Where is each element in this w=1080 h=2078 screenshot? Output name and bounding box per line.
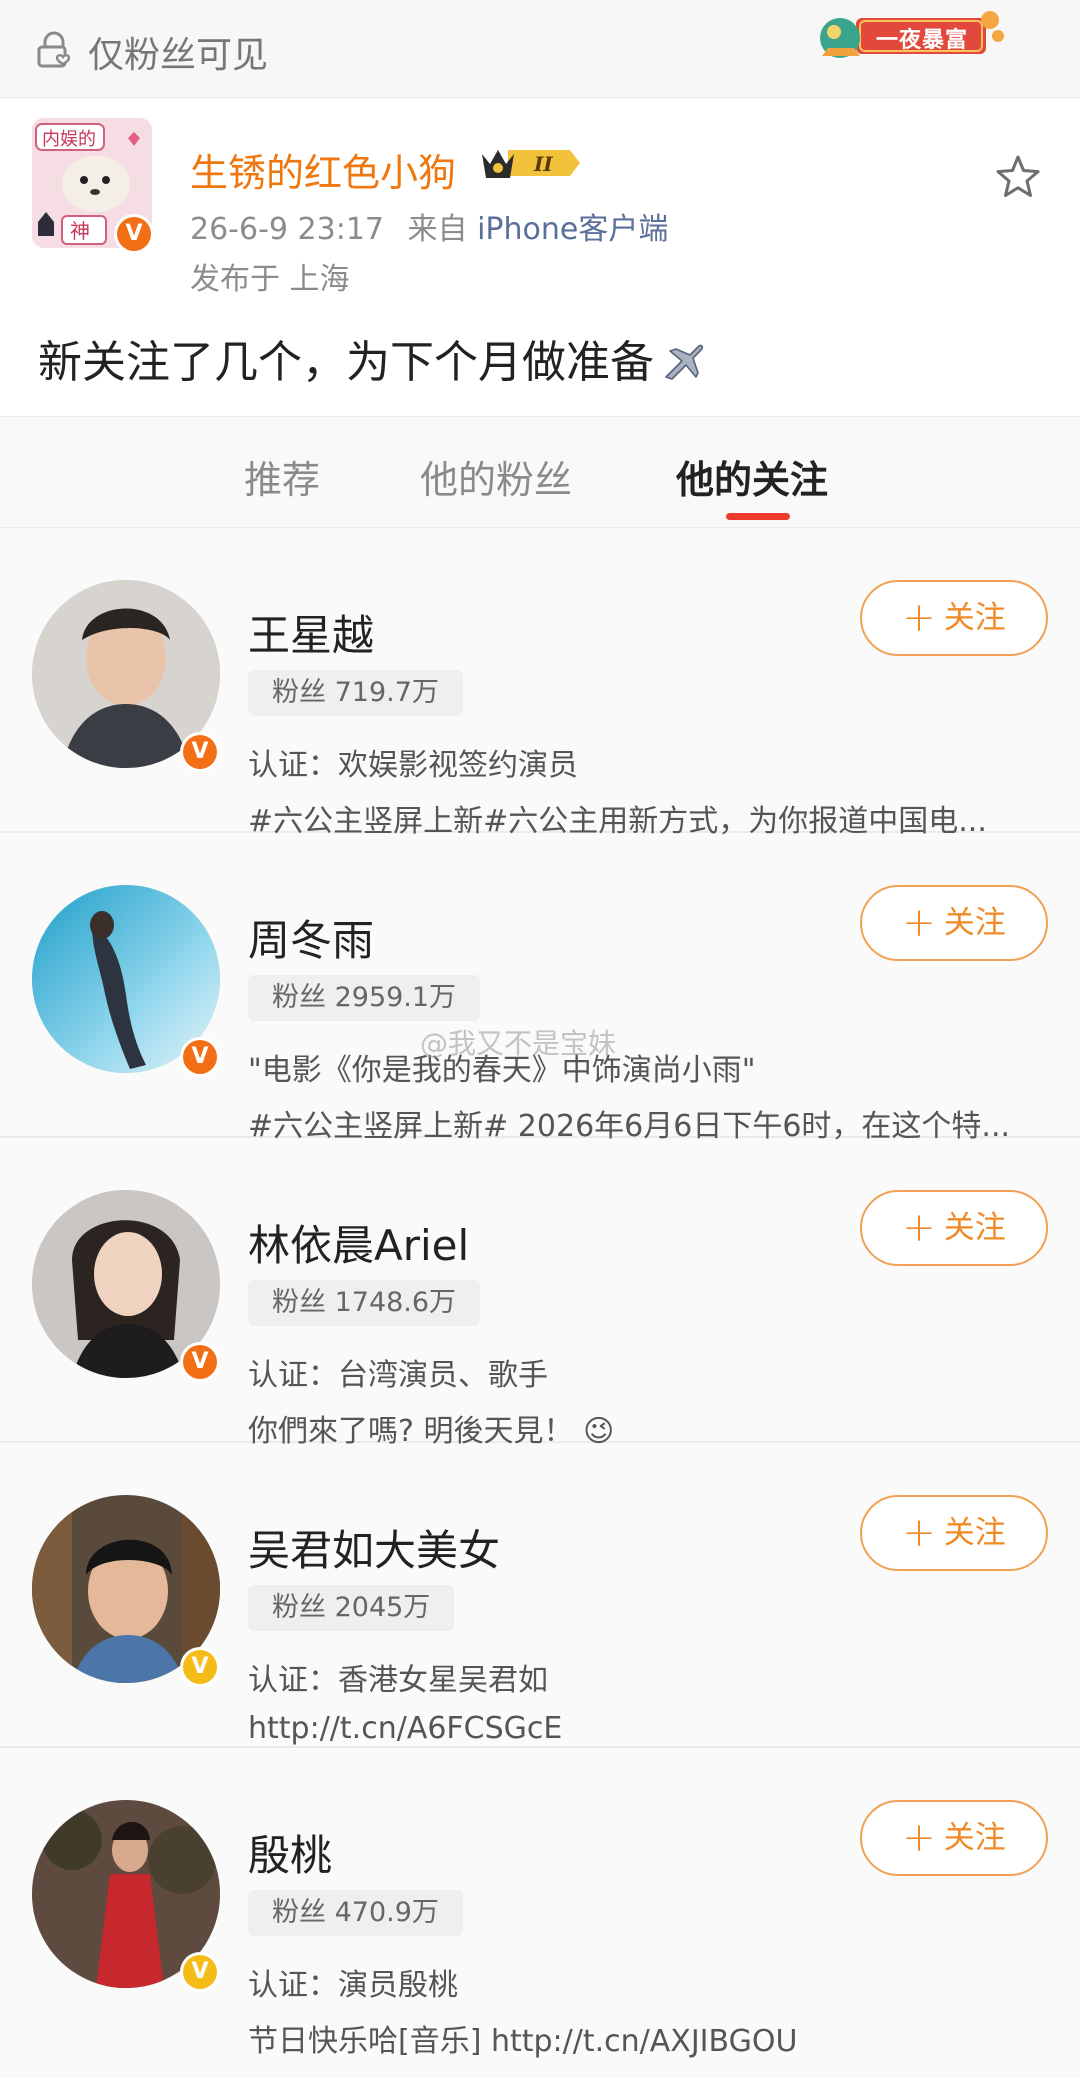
follow-button[interactable]: + 关注 <box>860 1495 1048 1571</box>
follow-label: 关注 <box>943 1210 1006 1246</box>
star-icon[interactable] <box>994 153 1042 201</box>
verified-badge: V <box>180 1647 220 1687</box>
follower-count: 粉丝 2959.1万 <box>248 975 481 1021</box>
follower-count: 粉丝 719.7万 <box>248 670 463 716</box>
plus-icon: + <box>902 900 936 946</box>
verified-badge: V <box>180 732 220 772</box>
follow-label: 关注 <box>943 600 1006 636</box>
crown-level-badge: II <box>482 150 580 178</box>
user-row[interactable]: V 王星越 粉丝 719.7万 认证：欢娱影视签约演员 #六公主竖屏上新#六公主… <box>0 528 1080 839</box>
post-source[interactable]: iPhone客户端 <box>477 212 668 247</box>
tab-recommend[interactable]: 推荐 <box>244 449 320 504</box>
certification: 认证：演员殷桃 <box>248 1968 458 2003</box>
user-row[interactable]: V 殷桃 粉丝 470.9万 认证：演员殷桃 节日快乐哈[音乐] http://… <box>0 1748 1080 2078</box>
user-name[interactable]: 王星越 <box>248 602 374 663</box>
crown-level-text: II <box>533 152 553 176</box>
top-bar: 仅粉丝可见 一夜暴富 <box>0 0 1080 98</box>
airplane-icon <box>665 344 704 380</box>
user-row[interactable]: V 周冬雨 粉丝 2959.1万 "电影《你是我的春天》中饰演尚小雨" #六公主… <box>0 833 1080 1144</box>
certification: 认证：台湾演员、歌手 <box>248 1358 548 1393</box>
avatar-text-bottom: 神 <box>70 219 90 243</box>
author-name[interactable]: 生锈的红色小狗 <box>190 142 456 197</box>
follow-label: 关注 <box>943 905 1006 941</box>
tab-bar: 推荐 他的粉丝 他的关注 <box>0 416 1080 528</box>
post-location: 发布于 上海 <box>190 262 350 297</box>
follower-count: 粉丝 470.9万 <box>248 1890 463 1936</box>
user-name[interactable]: 吴君如大美女 <box>248 1517 500 1578</box>
follower-count: 粉丝 1748.6万 <box>248 1280 481 1326</box>
post-text: 新关注了几个，为下个月做准备 <box>38 337 654 388</box>
post-card: 内娱的 神 V 生锈的红色小狗 II 26-6-9 23:17 来自 iPhon… <box>0 98 1080 416</box>
follow-button[interactable]: + 关注 <box>860 885 1048 961</box>
follow-label: 关注 <box>943 1515 1006 1551</box>
user-name[interactable]: 殷桃 <box>248 1822 332 1883</box>
user-row[interactable]: V 吴君如大美女 粉丝 2045万 认证：香港女星吴君如 http://t.cn… <box>0 1443 1080 1748</box>
certification: 认证：香港女星吴君如 <box>248 1663 548 1698</box>
verified-badge-mark: V <box>183 735 217 769</box>
author-verified-badge: V <box>114 214 154 254</box>
post-timestamp: 26-6-9 23:17 <box>190 212 384 247</box>
user-description: 节日快乐哈[音乐] http://t.cn/AXJIBGOU <box>248 2024 798 2059</box>
banner-text[interactable]: 一夜暴富 <box>876 22 968 54</box>
source-prefix: 来自 <box>407 212 468 247</box>
verified-badge: V <box>180 1952 220 1992</box>
post-text-line: 新关注了几个，为下个月做准备 <box>38 326 708 390</box>
follower-count: 粉丝 2045万 <box>248 1585 455 1631</box>
user-list: V 王星越 粉丝 719.7万 认证：欢娱影视签约演员 #六公主竖屏上新#六公主… <box>0 528 1080 2078</box>
post-meta: 26-6-9 23:17 来自 iPhone客户端 <box>190 204 668 248</box>
active-tab-indicator <box>726 513 790 520</box>
avatar-text-top: 内娱的 <box>42 129 96 150</box>
follow-button[interactable]: + 关注 <box>860 1800 1048 1876</box>
verified-badge-mark: V <box>183 1650 217 1684</box>
user-row[interactable]: V 林依晨Ariel 粉丝 1748.6万 认证：台湾演员、歌手 你們來了嗎? … <box>0 1138 1080 1449</box>
plus-icon: + <box>902 1205 936 1251</box>
follow-button[interactable]: + 关注 <box>860 1190 1048 1266</box>
follow-label: 关注 <box>943 1820 1006 1856</box>
verified-badge-mark: V <box>183 1040 217 1074</box>
certification: 认证：欢娱影视签约演员 <box>248 748 578 783</box>
tab-following[interactable]: 他的关注 <box>676 449 828 504</box>
follow-button[interactable]: + 关注 <box>860 580 1048 656</box>
lock-icon <box>37 31 71 68</box>
verified-badge: V <box>180 1037 220 1077</box>
verified-badge-mark: V <box>183 1955 217 1989</box>
verified-badge-mark: V <box>183 1345 217 1379</box>
plus-icon: + <box>902 1510 936 1556</box>
plus-icon: + <box>902 595 936 641</box>
user-description: http://t.cn/A6FCSGcE <box>248 1711 563 1746</box>
watermark: @我又不是宝妹 <box>420 1027 617 1060</box>
visibility-label: 仅粉丝可见 <box>88 35 269 76</box>
verified-badge: V <box>180 1342 220 1382</box>
tab-followers[interactable]: 他的粉丝 <box>420 449 572 504</box>
user-name[interactable]: 周冬雨 <box>248 907 374 968</box>
plus-icon: + <box>902 1815 936 1861</box>
user-name[interactable]: 林依晨Ariel <box>248 1212 469 1273</box>
